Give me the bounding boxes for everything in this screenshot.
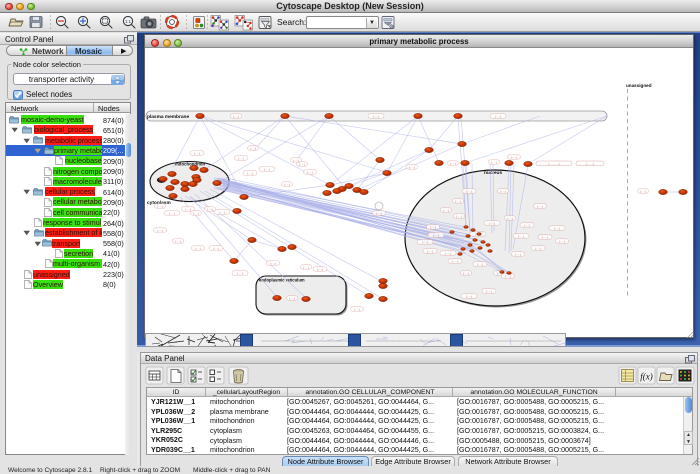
svg-text:(····): (····) — [317, 267, 323, 271]
svg-text:(····): (····) — [466, 294, 472, 298]
svg-text:(····): (····) — [157, 204, 163, 208]
svg-text:(····): (····) — [433, 233, 439, 237]
svg-text:(····): (····) — [443, 208, 449, 212]
svg-text:(····): (····) — [307, 170, 313, 174]
svg-text:(····): (····) — [422, 240, 428, 244]
svg-text:(····): (····) — [237, 271, 243, 275]
svg-text:(····): (····) — [194, 151, 200, 155]
svg-text:(····): (····) — [293, 158, 299, 162]
svg-text:(····): (····) — [303, 265, 309, 269]
svg-text:endoplasmic reticulum: endoplasmic reticulum — [259, 278, 305, 283]
svg-text:(····): (····) — [486, 289, 492, 293]
svg-text:(····): (····) — [238, 156, 244, 160]
svg-text:(····): (····) — [477, 262, 483, 266]
svg-text:(····): (····) — [445, 251, 451, 255]
svg-text:(····): (····) — [169, 211, 175, 215]
svg-text:(····): (····) — [427, 249, 433, 253]
svg-text:(····): (····) — [524, 223, 530, 227]
svg-text:(····): (····) — [640, 189, 646, 193]
svg-text:(····): (····) — [554, 226, 560, 230]
svg-text:(····): (····) — [157, 228, 163, 232]
svg-text:1:1: 1:1 — [125, 19, 131, 24]
svg-text:(····): (····) — [511, 155, 517, 159]
svg-text:(····): (····) — [193, 211, 199, 215]
svg-text:mitochondrion: mitochondrion — [175, 162, 205, 167]
svg-text:(····): (····) — [518, 234, 524, 238]
svg-text:(····): (····) — [463, 271, 469, 275]
svg-text:(····): (····) — [542, 235, 548, 239]
svg-text:(····): (····) — [270, 261, 276, 265]
svg-text:(····): (····) — [207, 207, 213, 211]
svg-text:(····): (····) — [535, 246, 541, 250]
svg-text:(····): (····) — [289, 296, 295, 300]
svg-text:(····): (····) — [373, 114, 379, 118]
svg-text:(····): (····) — [507, 216, 513, 220]
svg-text:(····): (····) — [495, 114, 501, 118]
svg-text:(····): (····) — [455, 199, 461, 203]
svg-text:(····): (····) — [456, 214, 462, 218]
svg-text:(····): (····) — [489, 221, 495, 225]
svg-text:(····): (····) — [213, 246, 219, 250]
svg-text:(····): (····) — [466, 189, 472, 193]
svg-text:(····): (····) — [376, 211, 382, 215]
svg-text:(······): (······) — [586, 162, 594, 166]
svg-text:(····): (····) — [450, 161, 456, 165]
svg-text:(····): (····) — [430, 225, 436, 229]
svg-text:(····): (····) — [233, 114, 239, 118]
svg-text:f(x): f(x) — [640, 372, 653, 382]
svg-text:(····): (····) — [409, 165, 415, 169]
svg-text:(····): (····) — [299, 162, 305, 166]
svg-text:(····): (····) — [247, 171, 253, 175]
svg-text:(····): (····) — [559, 239, 565, 243]
svg-text:(····): (····) — [264, 167, 270, 171]
svg-text:(····): (····) — [537, 204, 543, 208]
svg-text:(····): (····) — [452, 259, 458, 263]
svg-text:(····): (····) — [219, 210, 225, 214]
svg-text:(····): (····) — [500, 189, 506, 193]
svg-text:(····): (····) — [185, 207, 191, 211]
svg-text:(····): (····) — [505, 274, 511, 278]
svg-text:(····): (····) — [491, 160, 497, 164]
svg-text:unassigned: unassigned — [626, 83, 652, 88]
svg-text:(··········): (··········) — [548, 162, 559, 166]
svg-text:plasma membrane: plasma membrane — [147, 114, 189, 120]
svg-text:(····): (····) — [250, 146, 256, 150]
svg-text:(····): (····) — [175, 239, 181, 243]
svg-text:(····): (····) — [354, 307, 360, 311]
svg-text:(····): (····) — [195, 246, 201, 250]
svg-text:(····): (····) — [284, 182, 290, 186]
svg-text:(····): (····) — [515, 252, 521, 256]
